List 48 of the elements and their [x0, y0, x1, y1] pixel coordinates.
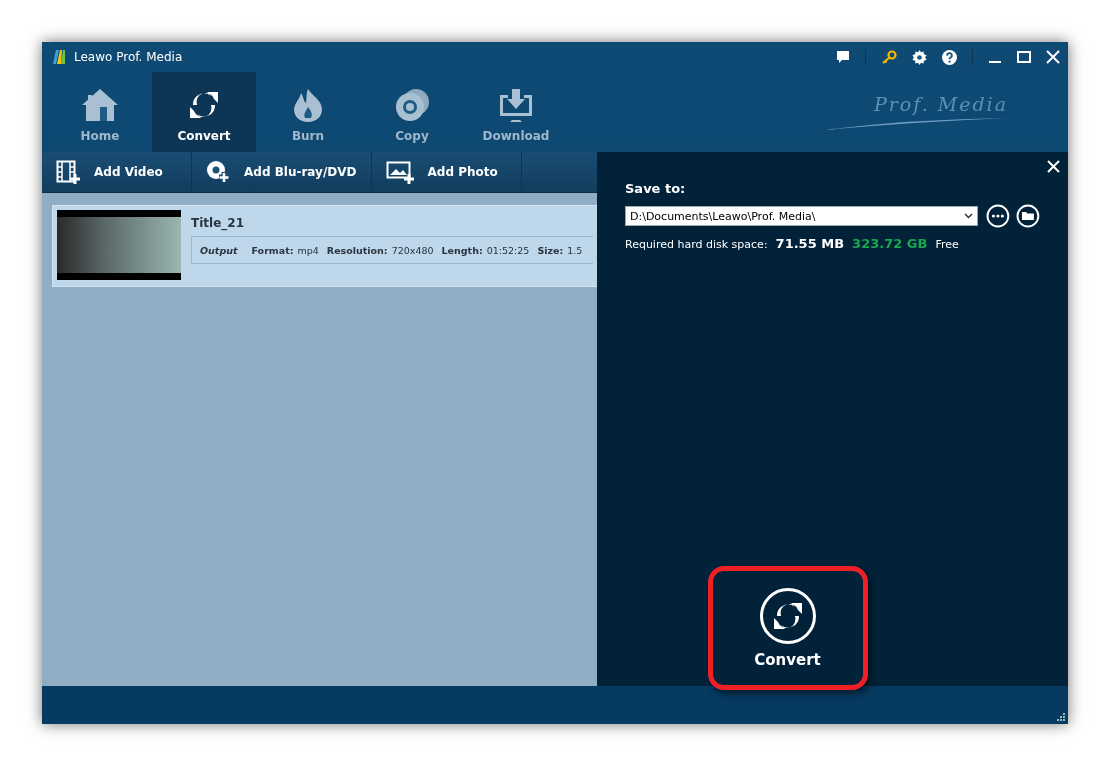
close-icon[interactable]	[1046, 50, 1060, 64]
house-icon	[81, 87, 119, 123]
output-label: Output	[200, 244, 238, 256]
image-add-icon	[385, 160, 414, 184]
film-add-icon	[56, 160, 80, 184]
resize-grip-icon[interactable]	[1057, 713, 1065, 721]
nav-tab[interactable]: Convert	[152, 72, 256, 152]
maximize-icon[interactable]	[1017, 50, 1031, 64]
field-value: mp4	[297, 244, 319, 256]
free-space-value: 323.72 GB	[852, 236, 928, 251]
field-value: 720x480	[391, 244, 434, 256]
file-row[interactable]: Title_21 Output Format: mp4 Resolution: 720x480 Length: 01:52:25 Size: 1.5	[52, 205, 597, 287]
help-icon[interactable]	[942, 49, 957, 65]
required-space-label: Required hard disk space:	[625, 238, 768, 251]
nav-tab[interactable]: Home	[48, 72, 152, 152]
field-value: 01:52:25	[486, 244, 530, 256]
convert-button[interactable]: Convert	[707, 566, 868, 690]
field-label: Format:	[251, 244, 294, 256]
field-label: Size:	[537, 244, 564, 256]
brand-logo-text: Prof. Media	[874, 93, 1008, 115]
save-path-dropdown[interactable]: D:\Documents\Leawo\Prof. Media\	[625, 206, 979, 226]
more-options-icon[interactable]	[986, 204, 1011, 228]
toolbar-button[interactable]: Add Photo	[371, 152, 522, 192]
app-logo-icon	[52, 49, 66, 65]
file-title: Title_21	[191, 216, 245, 230]
discs-icon	[394, 87, 430, 123]
nav-tab[interactable]: Copy	[360, 72, 464, 152]
required-size-value: 71.55 MB	[775, 236, 845, 251]
download-icon	[498, 87, 534, 123]
flame-icon	[291, 87, 325, 123]
toolbar-button[interactable]: Add Blu-ray/DVD	[192, 152, 372, 192]
close-icon[interactable]	[1047, 160, 1060, 173]
nav-tab[interactable]: Burn	[256, 72, 360, 152]
dropdown-caret-icon[interactable]	[964, 213, 974, 219]
chat-icon[interactable]	[836, 50, 850, 64]
field-label: Length:	[441, 244, 483, 256]
folder-icon[interactable]	[1016, 204, 1040, 228]
save-to-label: Save to:	[625, 181, 687, 196]
toolbar-button[interactable]: Add Video	[42, 152, 192, 192]
window-title: Leawo Prof. Media	[74, 50, 183, 64]
field-value: 1.5	[567, 244, 583, 256]
settings-icon[interactable]	[912, 49, 927, 65]
refresh-circle-icon	[758, 587, 817, 645]
disc-add-icon	[206, 160, 230, 184]
nav-tab[interactable]: Download	[464, 72, 568, 152]
free-label: Free	[935, 238, 959, 251]
field-label: Resolution:	[326, 244, 388, 256]
key-icon[interactable]	[881, 50, 897, 64]
